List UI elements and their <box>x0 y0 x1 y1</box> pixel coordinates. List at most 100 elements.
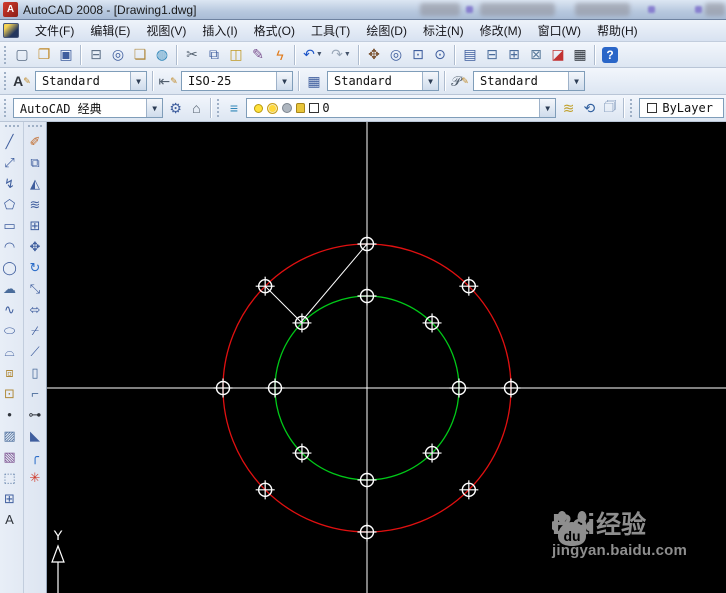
array-button[interactable]: ⊞ <box>25 215 46 236</box>
workspace-settings-icon[interactable]: ⚙ <box>165 97 186 119</box>
plot-preview-button[interactable]: ◎ <box>107 44 129 66</box>
design-center-button[interactable]: ⊟ <box>481 44 503 66</box>
gradient-button[interactable]: ▧ <box>0 446 20 467</box>
chevron-down-icon[interactable]: ▼ <box>344 51 351 58</box>
cut-button[interactable]: ✂ <box>181 44 203 66</box>
polygon-button[interactable]: ⬠ <box>0 194 20 215</box>
menu-tools[interactable]: 工具(T) <box>303 19 358 42</box>
menu-view[interactable]: 视图(V) <box>138 19 194 42</box>
dim-style-icon[interactable]: ⇤ ✎ <box>157 70 179 92</box>
table-button[interactable]: ⊞ <box>0 488 20 509</box>
move-button[interactable]: ✥ <box>25 236 46 257</box>
sheet-set-manager-button[interactable]: ⊠ <box>525 44 547 66</box>
toolbar-grip[interactable] <box>4 72 8 90</box>
toolbar-grip[interactable] <box>28 125 42 129</box>
color-combo[interactable]: ByLayer <box>639 98 724 118</box>
stretch-button[interactable]: ⬄ <box>25 299 46 320</box>
tool-palettes-button[interactable]: ⊞ <box>503 44 525 66</box>
table-style-combo[interactable]: Standard ▼ <box>327 71 439 91</box>
menu-help[interactable]: 帮助(H) <box>589 19 646 42</box>
trim-button[interactable]: ⌿ <box>25 320 46 341</box>
layer-combo[interactable]: 0 ▼ <box>246 98 557 118</box>
region-button[interactable]: ⬚ <box>0 467 20 488</box>
toolbar-grip[interactable] <box>216 99 221 117</box>
ellipse-button[interactable]: ⬭ <box>0 320 20 341</box>
multiline-text-button[interactable]: A <box>0 509 20 530</box>
chevron-down-icon[interactable]: ▼ <box>276 72 292 90</box>
toolbar-grip[interactable] <box>4 125 19 129</box>
copy-button[interactable]: ⧉ <box>25 152 46 173</box>
line-button[interactable]: ╱ <box>0 131 20 152</box>
zoom-window-button[interactable]: ⊡ <box>407 44 429 66</box>
chevron-down-icon[interactable]: ▼ <box>539 99 556 117</box>
chevron-down-icon[interactable]: ▼ <box>568 72 584 90</box>
multileader-style-icon[interactable]: 𝒫 ✎ <box>449 70 471 92</box>
layer-previous-icon[interactable]: ⟲ <box>579 97 600 119</box>
explode-button[interactable]: ✳ <box>25 467 46 488</box>
my-workspace-icon[interactable]: ⌂ <box>186 97 207 119</box>
make-block-button[interactable]: ⊡ <box>0 383 20 404</box>
markup-set-manager-button[interactable]: ◪ <box>547 44 569 66</box>
publish-web-button[interactable]: ◍ <box>151 44 173 66</box>
chevron-down-icon[interactable]: ▼ <box>130 72 146 90</box>
make-object-layer-current-icon[interactable]: ≋ <box>558 97 579 119</box>
plot-button[interactable]: ⊟ <box>85 44 107 66</box>
multileader-style-combo[interactable]: Standard ▼ <box>473 71 585 91</box>
arc-button[interactable]: ◠ <box>0 236 20 257</box>
circle-button[interactable]: ◯ <box>0 257 20 278</box>
toolbar-grip[interactable] <box>4 45 8 64</box>
mirror-button[interactable]: ◭ <box>25 173 46 194</box>
join-button[interactable]: ⊶ <box>25 404 46 425</box>
layer-properties-manager-icon[interactable]: ≡ <box>224 97 245 119</box>
dim-style-combo[interactable]: ISO-25 ▼ <box>181 71 293 91</box>
rotate-button[interactable]: ↻ <box>25 257 46 278</box>
pan-button[interactable]: ✥ <box>363 44 385 66</box>
toolbar-grip[interactable] <box>4 99 8 117</box>
toolbar-grip[interactable] <box>630 99 634 117</box>
workspace-combo[interactable]: AutoCAD 经典 ▼ <box>12 98 164 118</box>
menu-file[interactable]: 文件(F) <box>27 19 82 42</box>
new-button[interactable]: ▢ <box>11 44 33 66</box>
menu-insert[interactable]: 插入(I) <box>194 19 245 42</box>
chevron-down-icon[interactable]: ▼ <box>146 99 163 117</box>
properties-button[interactable]: ▤ <box>459 44 481 66</box>
zoom-previous-button[interactable]: ⊙ <box>429 44 451 66</box>
menu-draw[interactable]: 绘图(D) <box>358 19 415 42</box>
extend-button[interactable]: ⟋ <box>25 341 46 362</box>
menu-format[interactable]: 格式(O) <box>246 19 303 42</box>
offset-button[interactable]: ≋ <box>25 194 46 215</box>
quick-calc-button[interactable]: ▦ <box>569 44 591 66</box>
break-button[interactable]: ⌐ <box>25 383 46 404</box>
text-style-icon[interactable]: A ✎ <box>11 70 33 92</box>
erase-button[interactable]: ✐ <box>25 131 46 152</box>
text-style-combo[interactable]: Standard ▼ <box>35 71 147 91</box>
layer-thaw-icon[interactable] <box>267 102 279 114</box>
menu-edit[interactable]: 编辑(E) <box>82 19 138 42</box>
break-at-point-button[interactable]: ▯ <box>25 362 46 383</box>
zoom-realtime-button[interactable]: ◎ <box>385 44 407 66</box>
block-editor-button[interactable]: ϟ <box>269 44 291 66</box>
polyline-button[interactable]: ↯ <box>0 173 20 194</box>
rectangle-button[interactable]: ▭ <box>0 215 20 236</box>
fillet-button[interactable]: ╭ <box>25 446 46 467</box>
paste-button[interactable]: ◫ <box>225 44 247 66</box>
copy-clip-button[interactable]: ⧉ <box>203 44 225 66</box>
save-button[interactable]: ▣ <box>55 44 77 66</box>
menu-modify[interactable]: 修改(M) <box>472 19 530 42</box>
menu-dimension[interactable]: 标注(N) <box>415 19 472 42</box>
ellipse-arc-button[interactable]: ⌓ <box>0 341 20 362</box>
chevron-down-icon[interactable]: ▼ <box>316 51 323 58</box>
spline-button[interactable]: ∿ <box>0 299 20 320</box>
table-style-icon[interactable]: ▦ <box>303 70 325 92</box>
point-button[interactable]: • <box>0 404 20 425</box>
layer-vp-freeze-icon[interactable] <box>282 103 293 113</box>
match-properties-button[interactable]: ✎ <box>247 44 269 66</box>
scale-button[interactable]: ⤡ <box>25 278 46 299</box>
chamfer-button[interactable]: ◣ <box>25 425 46 446</box>
chevron-down-icon[interactable]: ▼ <box>422 72 438 90</box>
undo-button[interactable]: ↶ ▼ <box>299 44 327 66</box>
layer-on-icon[interactable] <box>254 103 264 113</box>
hatch-button[interactable]: ▨ <box>0 425 20 446</box>
menu-window[interactable]: 窗口(W) <box>530 19 589 42</box>
open-button[interactable]: ❐ <box>33 44 55 66</box>
